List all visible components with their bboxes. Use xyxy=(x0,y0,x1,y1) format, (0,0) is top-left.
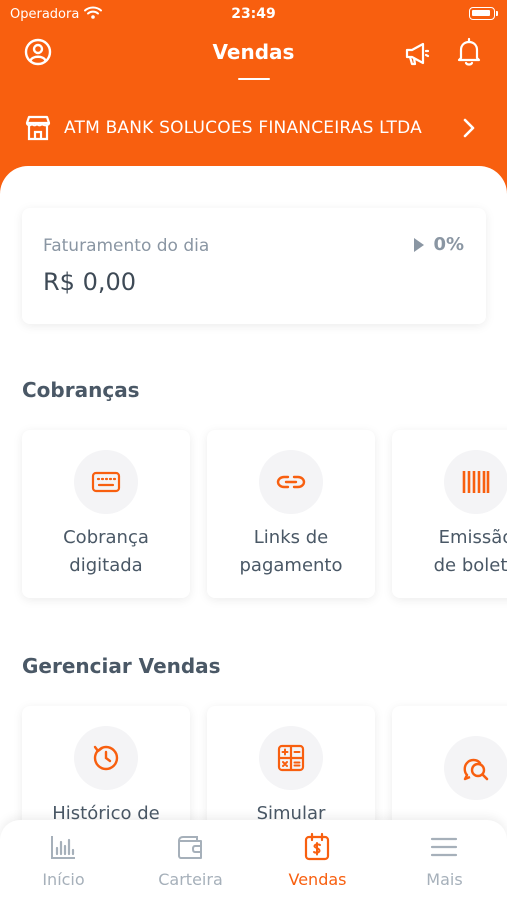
title-indicator xyxy=(238,78,270,80)
tab-label: Vendas xyxy=(288,870,347,889)
chevron-right-icon xyxy=(458,116,480,144)
tile-label-line2: digitada xyxy=(69,555,143,576)
chat-search-icon xyxy=(463,758,489,781)
tile-cobranca-digitada[interactable]: Cobrança digitada xyxy=(22,430,190,598)
billing-label: Faturamento do dia xyxy=(43,236,210,256)
section-title-gerenciar: Gerenciar Vendas xyxy=(22,654,221,678)
link-icon xyxy=(276,475,306,489)
tile-label-line2: pagamento xyxy=(239,555,343,576)
battery-icon xyxy=(469,7,498,20)
tile-label-line1: Links de xyxy=(253,527,329,548)
tile-label-line2: de boleto xyxy=(433,555,507,576)
billing-value: R$ 0,00 xyxy=(43,268,137,296)
tab-mais[interactable]: Mais xyxy=(381,820,507,900)
barcode-icon xyxy=(462,471,490,493)
triangle-icon xyxy=(414,237,425,252)
bar-chart-icon xyxy=(51,836,75,859)
tab-inicio[interactable]: Início xyxy=(0,820,127,900)
calculator-icon xyxy=(277,744,305,772)
tab-bar: Início Carteira Vendas Mais xyxy=(0,820,507,900)
bell-icon xyxy=(457,37,481,66)
billing-percent: 0% xyxy=(433,234,464,255)
section-title-cobrancas: Cobranças xyxy=(22,378,140,402)
announcements-button[interactable] xyxy=(400,37,434,71)
status-bar: Operadora 23:49 xyxy=(0,0,507,28)
history-icon xyxy=(93,745,119,771)
status-time: 23:49 xyxy=(231,6,276,22)
notifications-button[interactable] xyxy=(452,35,486,69)
calendar-dollar-icon xyxy=(304,832,330,861)
menu-icon xyxy=(430,837,458,857)
tab-vendas[interactable]: Vendas xyxy=(254,820,381,900)
tile-label-line1: Emissão xyxy=(438,527,507,548)
billing-card[interactable]: Faturamento do dia R$ 0,00 0% xyxy=(22,208,486,324)
keyboard-icon xyxy=(91,471,121,493)
tab-carteira[interactable]: Carteira xyxy=(127,820,254,900)
tab-label: Mais xyxy=(426,870,463,889)
billing-change: 0% xyxy=(413,234,464,255)
wallet-icon xyxy=(178,836,202,859)
store-icon xyxy=(24,114,52,146)
tile-links-pagamento[interactable]: Links de pagamento xyxy=(207,430,375,598)
company-name: ATM BANK SOLUCOES FINANCEIRAS LTDA xyxy=(64,118,422,138)
tab-label: Carteira xyxy=(158,870,223,889)
tile-emissao-boleto[interactable]: Emissão de boleto xyxy=(392,430,507,598)
megaphone-icon xyxy=(405,42,430,66)
main-content: Faturamento do dia R$ 0,00 0% Cobranças … xyxy=(0,166,507,900)
tile-label-line1: Cobrança xyxy=(63,527,149,548)
tab-label: Início xyxy=(42,870,85,889)
